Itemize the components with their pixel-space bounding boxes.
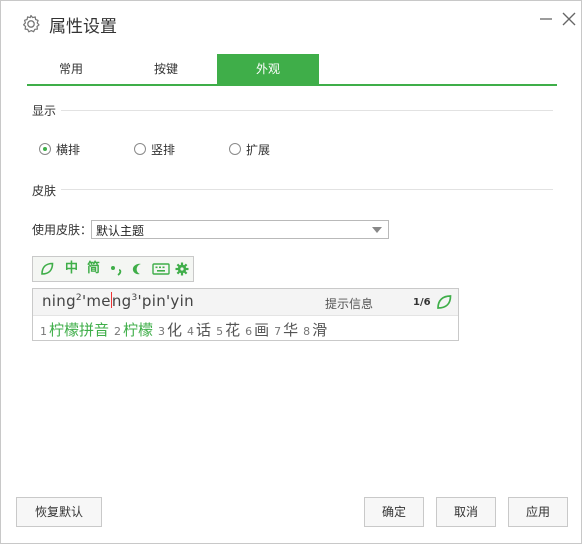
candidate-number: 4 (187, 325, 195, 338)
title-bar: 属性设置 (1, 1, 581, 45)
skin-select[interactable]: 默认主题 (91, 220, 389, 239)
pinyin-composition: ning2'meng3'pin'yin (42, 292, 194, 310)
radio-dot (43, 147, 47, 151)
punctuation-icon (111, 266, 122, 276)
candidate-number: 8 (303, 325, 311, 338)
ok-button[interactable]: 确定 (364, 497, 424, 527)
candidate-text: 柠檬拼音 (49, 321, 110, 339)
restore-defaults-button[interactable]: 恢复默认 (16, 497, 102, 527)
candidate-text: 话 (196, 321, 212, 339)
tab-bar: 常用 按键 外观 (27, 54, 557, 86)
pinyin-segment: 'pin'yin (137, 292, 194, 310)
ime-toolbar-preview: 中 简 (32, 256, 194, 282)
radio-label: 竖排 (151, 143, 176, 157)
candidate-item[interactable]: 8滑 (303, 321, 327, 339)
candidate-number: 1 (40, 325, 47, 338)
radio-label: 扩展 (246, 143, 271, 157)
gear-icon (175, 262, 189, 276)
candidate-text: 画 (254, 321, 270, 339)
chinese-mode-label: 中 (65, 261, 79, 276)
candidate-number: 5 (216, 325, 224, 338)
leaf-logo-icon (437, 295, 452, 309)
chevron-down-icon (372, 227, 382, 233)
candidate-item[interactable]: 4话 (187, 321, 211, 339)
cancel-button[interactable]: 取消 (436, 497, 496, 527)
page-indicator: 1/6 (413, 297, 431, 308)
candidate-list: 1 柠檬拼音 2 柠檬 3 化 4 话 5 花 6 画 7 华 8 滑 (40, 319, 332, 340)
candidate-item[interactable]: 1 柠檬拼音 (40, 321, 109, 339)
skin-select-value: 默认主题 (96, 224, 145, 238)
tab-keys[interactable]: 按键 (122, 54, 210, 84)
close-icon[interactable] (559, 9, 579, 29)
keyboard-icon (152, 263, 170, 275)
skin-select-label: 使用皮肤： (32, 223, 93, 237)
candidate-item[interactable]: 6画 (245, 321, 269, 339)
radio-circle (39, 143, 51, 155)
radio-label: 横排 (56, 143, 81, 157)
candidate-window-preview: ning2'meng3'pin'yin 提示信息 1/6 1 柠檬拼音 2 柠檬 3 化 4… (32, 288, 459, 341)
candidate-text: 滑 (312, 321, 328, 339)
candidate-number: 6 (245, 325, 253, 338)
display-section-label: 显示 (32, 104, 57, 118)
candidate-number: 3 (158, 325, 166, 338)
pinyin-segment: ning (42, 292, 76, 310)
pinyin-segment: ng (111, 292, 132, 310)
composition-bar: ning2'meng3'pin'yin 提示信息 1/6 (33, 289, 458, 316)
candidate-number: 7 (274, 325, 282, 338)
display-divider (61, 110, 553, 111)
skin-section-label: 皮肤 (32, 184, 57, 198)
candidate-text: 花 (225, 321, 241, 339)
candidate-text: 柠檬 (123, 321, 154, 339)
leaf-logo-icon (41, 262, 54, 275)
candidate-item[interactable]: 3化 (158, 321, 182, 339)
candidate-text: 华 (283, 321, 299, 339)
gear-icon (23, 14, 40, 33)
candidate-item[interactable]: 5花 (216, 321, 240, 339)
candidate-item[interactable]: 7华 (274, 321, 298, 339)
candidate-text: 化 (167, 321, 183, 339)
simplified-mode-label: 简 (87, 261, 101, 276)
candidate-item[interactable]: 2 柠檬 (114, 321, 153, 339)
radio-circle (229, 143, 241, 155)
window-title: 属性设置 (49, 17, 117, 37)
radio-circle (134, 143, 146, 155)
hint-text: 提示信息 (325, 297, 374, 311)
apply-button[interactable]: 应用 (508, 497, 568, 527)
skin-divider (61, 189, 553, 190)
half-width-moon-icon (132, 263, 141, 275)
pinyin-segment: 'me (81, 292, 111, 310)
minimize-icon[interactable] (536, 9, 556, 29)
candidate-number: 2 (114, 325, 122, 338)
tab-general[interactable]: 常用 (27, 54, 115, 84)
settings-window: 属性设置 常用 按键 外观 显示 横排 竖排 扩展 皮肤 使用皮肤： 默认主题 (0, 0, 582, 544)
tab-appearance[interactable]: 外观 (217, 54, 319, 84)
